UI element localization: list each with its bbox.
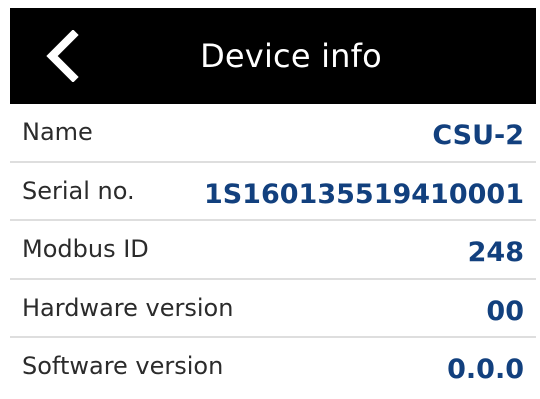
software-version-value: 0.0.0 — [447, 354, 524, 386]
modbus-id-label: Modbus ID — [22, 235, 149, 264]
info-row-modbus-id: Modbus ID 248 — [10, 221, 536, 280]
page-title: Device info — [200, 37, 382, 75]
device-info-list: Name CSU-2 Serial no. 1S160135519410001 … — [10, 104, 536, 397]
info-row-name: Name CSU-2 — [10, 104, 536, 163]
serial-value: 1S160135519410001 — [203, 178, 524, 210]
hardware-version-value: 00 — [486, 295, 524, 327]
name-value: CSU-2 — [432, 120, 524, 151]
software-version-label: Software version — [22, 352, 224, 381]
name-label: Name — [22, 118, 93, 146]
info-row-software-version: Software version 0.0.0 — [10, 338, 536, 397]
info-row-serial: Serial no. 1S160135519410001 — [10, 163, 536, 222]
serial-label: Serial no. — [22, 176, 135, 205]
device-info-screen: Device info Name CSU-2 Serial no. 1S1601… — [10, 8, 536, 399]
hardware-version-label: Hardware version — [22, 293, 234, 322]
header-bar: Device info — [10, 8, 536, 104]
info-row-hardware-version: Hardware version 00 — [10, 280, 536, 339]
modbus-id-value: 248 — [467, 237, 524, 269]
